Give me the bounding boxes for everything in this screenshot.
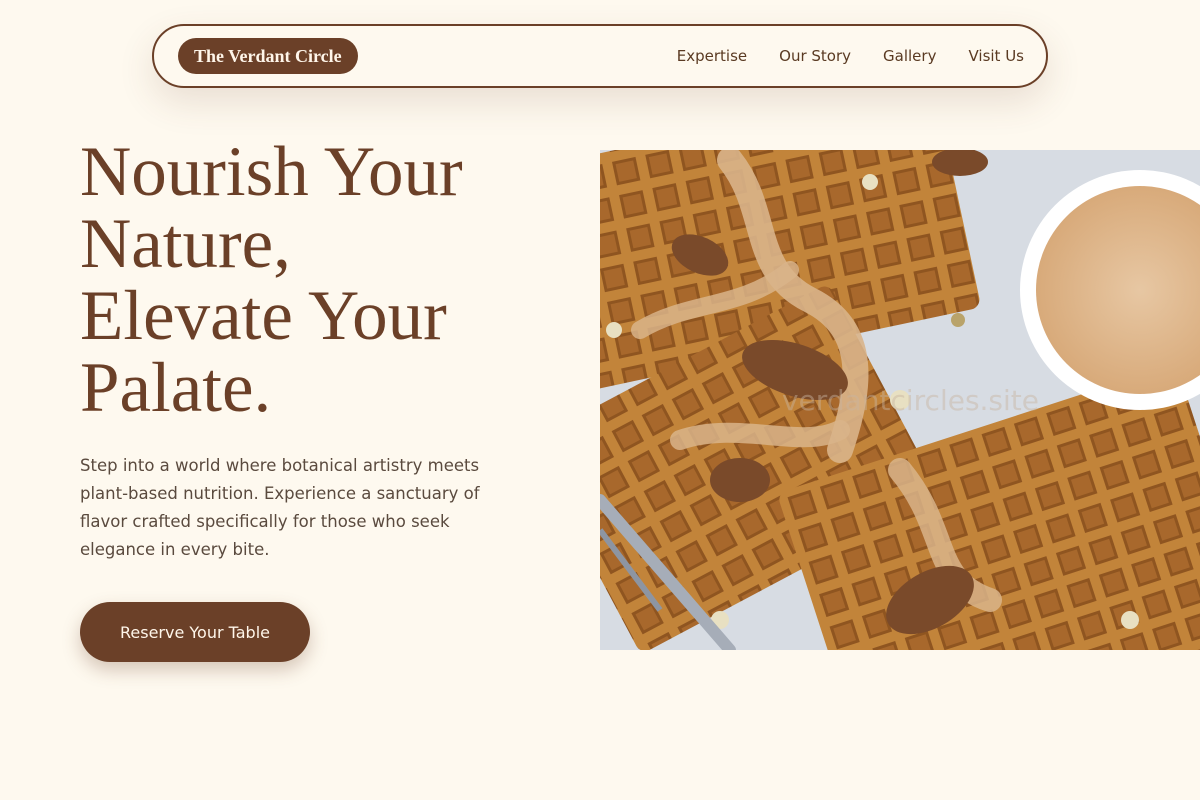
hero-description: Step into a world where botanical artist…	[80, 456, 480, 559]
hero-title-line: Elevate Your	[80, 277, 447, 355]
hero-title-line: Palate.	[80, 349, 272, 427]
hero-food-image: verdantcircles.site	[600, 150, 1200, 650]
hero-title: Nourish Your Nature, Elevate Your Palate…	[80, 136, 560, 424]
nav-links: Expertise Our Story Gallery Visit Us	[677, 47, 1024, 65]
nav-link-expertise[interactable]: Expertise	[677, 47, 747, 65]
image-watermark: verdantcircles.site	[782, 384, 1040, 417]
reserve-table-button[interactable]: Reserve Your Table	[80, 602, 310, 662]
top-navigation: The Verdant Circle Expertise Our Story G…	[152, 24, 1048, 88]
nav-link-our-story[interactable]: Our Story	[779, 47, 851, 65]
hero-title-line: Nature,	[80, 205, 291, 283]
brand-logo[interactable]: The Verdant Circle	[178, 38, 358, 74]
nav-link-visit-us[interactable]: Visit Us	[968, 47, 1024, 65]
hero-title-line: Nourish Your	[80, 133, 463, 211]
nav-link-gallery[interactable]: Gallery	[883, 47, 936, 65]
